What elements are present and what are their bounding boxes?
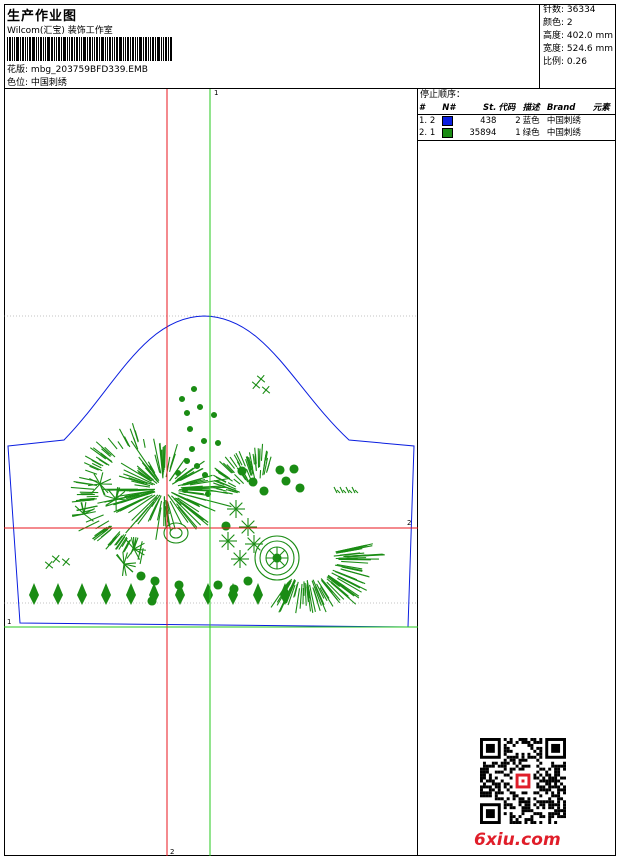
color-count: 颜色: 2	[543, 18, 573, 28]
design-width: 宽度: 524.6 mm	[543, 44, 614, 54]
col-number: #	[418, 102, 442, 115]
table-header-row: # N# St. 代码 描述 Brand 元素	[418, 102, 616, 115]
table-row: 1. 2 438 2 蓝色 中国刺绣	[418, 115, 616, 128]
row-code: 2	[515, 116, 521, 126]
page-title: 生产作业图	[7, 9, 78, 24]
design-height: 高度: 402.0 mm	[543, 31, 614, 41]
axis-label-top: 1	[214, 89, 219, 97]
company-name: Wilcom(汇宝) 装饰工作室	[7, 26, 113, 36]
col-brand: Brand	[545, 102, 592, 115]
axis-label-left: 1	[7, 618, 12, 626]
row-number: 2. 1	[419, 128, 436, 138]
medallion	[254, 535, 300, 581]
col-stitches: St.	[460, 102, 498, 115]
design-canvas: 1 2 1 2	[4, 89, 418, 856]
file-name: mbg_203759BFD339.EMB	[30, 65, 148, 75]
stats-panel: 针数: 36334 颜色: 2 高度: 402.0 mm 宽度: 524.6 m…	[539, 4, 616, 89]
row-element	[592, 127, 616, 139]
row-code: 1	[515, 128, 521, 138]
col-description: 描述	[521, 102, 546, 115]
color-line: 色位: 中国刺绣	[7, 78, 67, 88]
color-swatch	[441, 115, 460, 128]
border-triangles	[29, 583, 290, 605]
col-element: 元素	[591, 102, 616, 115]
embroidery-preview	[4, 89, 418, 856]
color-swatch	[441, 127, 460, 139]
col-code: 代码	[497, 102, 522, 115]
barcode	[7, 37, 237, 61]
color-value: 中国刺绣	[30, 78, 67, 88]
file-name-line: 花版: mbg_203759BFD339.EMB	[7, 65, 148, 75]
row-number: 1. 2	[419, 116, 436, 126]
row-description: 绿色	[522, 128, 540, 138]
stitch-count: 针数: 36334	[543, 5, 596, 15]
axis-label-bottom: 2	[170, 848, 175, 856]
design-scale: 比例: 0.26	[543, 57, 587, 67]
file-label: 花版	[7, 65, 26, 75]
sleeve-outline	[7, 315, 415, 628]
color-label: 色位	[7, 78, 26, 88]
row-stitches: 438	[480, 116, 497, 126]
stop-sequence-title: 停止顺序：	[420, 90, 466, 100]
floral-embroidery	[29, 374, 385, 614]
watermark-site: 6xiu.com	[474, 830, 561, 850]
stop-sequence-table: # N# St. 代码 描述 Brand 元素 1. 2 438 2 蓝色 中国…	[418, 102, 616, 139]
row-stitches: 35894	[469, 128, 497, 138]
stop-sequence-panel: 停止顺序： # N# St. 代码 描述 Brand 元素 1. 2 438 2…	[418, 89, 616, 141]
row-element	[592, 115, 616, 128]
col-needle: N#	[441, 102, 461, 115]
row-brand: 中国刺绣	[546, 116, 581, 126]
row-brand: 中国刺绣	[546, 128, 581, 138]
row-description: 蓝色	[522, 116, 540, 126]
qr-code	[480, 738, 566, 824]
table-row: 2. 1 35894 1 绿色 中国刺绣	[418, 127, 616, 139]
header: 生产作业图 Wilcom(汇宝) 装饰工作室 花版: mbg_203759BFD…	[4, 4, 616, 89]
axis-label-right: 2	[407, 519, 412, 527]
